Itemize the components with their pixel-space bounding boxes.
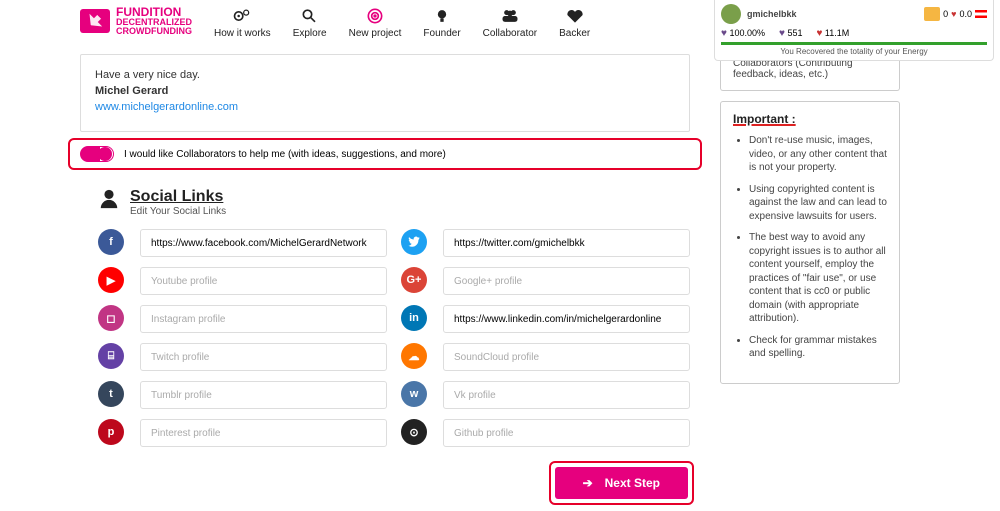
social-subtitle: Edit Your Social Links bbox=[130, 206, 226, 217]
logo-icon bbox=[80, 9, 110, 33]
facebook-icon: f bbox=[98, 229, 124, 255]
instagram-icon: ◻ bbox=[98, 305, 124, 331]
social-links-header: Social Links Edit Your Social Links bbox=[98, 188, 690, 217]
avatar[interactable] bbox=[721, 4, 741, 24]
energy-message: You Recovered the totality of your Energ… bbox=[721, 47, 987, 56]
linkedin-icon: in bbox=[401, 305, 427, 331]
facebook-input[interactable] bbox=[140, 229, 387, 257]
list-item: Don't re-use music, images, video, or an… bbox=[749, 134, 887, 175]
nav-founder[interactable]: Founder bbox=[423, 6, 460, 39]
youtube-input[interactable] bbox=[140, 267, 387, 295]
vk-icon: w bbox=[401, 381, 427, 407]
collaborator-toggle-label: I would like Collaborators to help me (w… bbox=[124, 149, 446, 160]
user-widget: gmichelbkk 0 ♥ 0.0 ♥ 100.00% ♥ 551 ♥ 11.… bbox=[714, 0, 994, 61]
linkedin-input[interactable] bbox=[443, 305, 690, 333]
gplus-icon: G+ bbox=[401, 267, 427, 293]
nav-how-it-works[interactable]: How it works bbox=[214, 6, 271, 39]
brand-logo[interactable]: FUNDITION DECENTRALIZED CROWDFUNDING bbox=[80, 6, 192, 36]
list-item: Using copyrighted content is against the… bbox=[749, 183, 887, 224]
sidebar: Collaborators (Contributing feedback, id… bbox=[720, 54, 900, 505]
list-item: The best way to avoid any copyright issu… bbox=[749, 231, 887, 326]
github-icon: ⊙ bbox=[401, 419, 427, 445]
collaborator-toggle[interactable] bbox=[80, 146, 114, 162]
person-icon bbox=[98, 188, 120, 210]
social-grid: f ▶ G+ ◻ in ⌸ ☁ t w p ⊙ bbox=[98, 229, 690, 447]
twitter-icon bbox=[401, 229, 427, 255]
flag-icon bbox=[975, 10, 987, 18]
github-input[interactable] bbox=[443, 419, 690, 447]
heart-icon bbox=[564, 6, 586, 26]
nav-new-project[interactable]: New project bbox=[349, 6, 402, 39]
message-link[interactable]: www.michelgerardonline.com bbox=[95, 101, 238, 113]
gears-icon bbox=[231, 6, 253, 26]
bulb-icon bbox=[431, 6, 453, 26]
pinterest-icon: p bbox=[98, 419, 124, 445]
twitch-icon: ⌸ bbox=[98, 343, 124, 369]
wallet[interactable]: 0 ♥ 0.0 bbox=[924, 7, 987, 21]
twitch-input[interactable] bbox=[140, 343, 387, 371]
message-preview: Have a very nice day. Michel Gerard www.… bbox=[80, 54, 690, 132]
search-icon bbox=[299, 6, 321, 26]
nav-collaborator[interactable]: Collaborator bbox=[483, 6, 537, 39]
important-list: Don't re-use music, images, video, or an… bbox=[733, 134, 887, 361]
brand-text: FUNDITION DECENTRALIZED CROWDFUNDING bbox=[116, 6, 192, 36]
energy-bar bbox=[721, 42, 987, 45]
soundcloud-input[interactable] bbox=[443, 343, 690, 371]
wallet-icon bbox=[924, 7, 940, 21]
next-step-button[interactable]: ➔ Next Step bbox=[555, 467, 688, 499]
important-box: Important : Don't re-use music, images, … bbox=[720, 101, 900, 384]
main-column: Have a very nice day. Michel Gerard www.… bbox=[80, 54, 690, 505]
username[interactable]: gmichelbkk bbox=[747, 9, 918, 19]
tumblr-input[interactable] bbox=[140, 381, 387, 409]
list-item: Check for grammar mistakes and spelling. bbox=[749, 334, 887, 361]
soundcloud-icon: ☁ bbox=[401, 343, 427, 369]
nav-backer[interactable]: Backer bbox=[559, 6, 590, 39]
twitter-input[interactable] bbox=[443, 229, 690, 257]
tumblr-icon: t bbox=[98, 381, 124, 407]
message-greeting: Have a very nice day. bbox=[95, 69, 675, 81]
target-icon bbox=[364, 6, 386, 26]
nav-explore[interactable]: Explore bbox=[293, 6, 327, 39]
message-author: Michel Gerard bbox=[95, 85, 675, 97]
arrow-right-icon: ➔ bbox=[583, 476, 593, 490]
vk-input[interactable] bbox=[443, 381, 690, 409]
pinterest-input[interactable] bbox=[140, 419, 387, 447]
next-step-highlight: ➔ Next Step bbox=[549, 461, 694, 505]
instagram-input[interactable] bbox=[140, 305, 387, 333]
group-icon bbox=[499, 6, 521, 26]
social-title: Social Links bbox=[130, 188, 226, 206]
collaborator-toggle-row: I would like Collaborators to help me (w… bbox=[68, 138, 702, 170]
youtube-icon: ▶ bbox=[98, 267, 124, 293]
gplus-input[interactable] bbox=[443, 267, 690, 295]
important-title: Important : bbox=[733, 112, 887, 126]
